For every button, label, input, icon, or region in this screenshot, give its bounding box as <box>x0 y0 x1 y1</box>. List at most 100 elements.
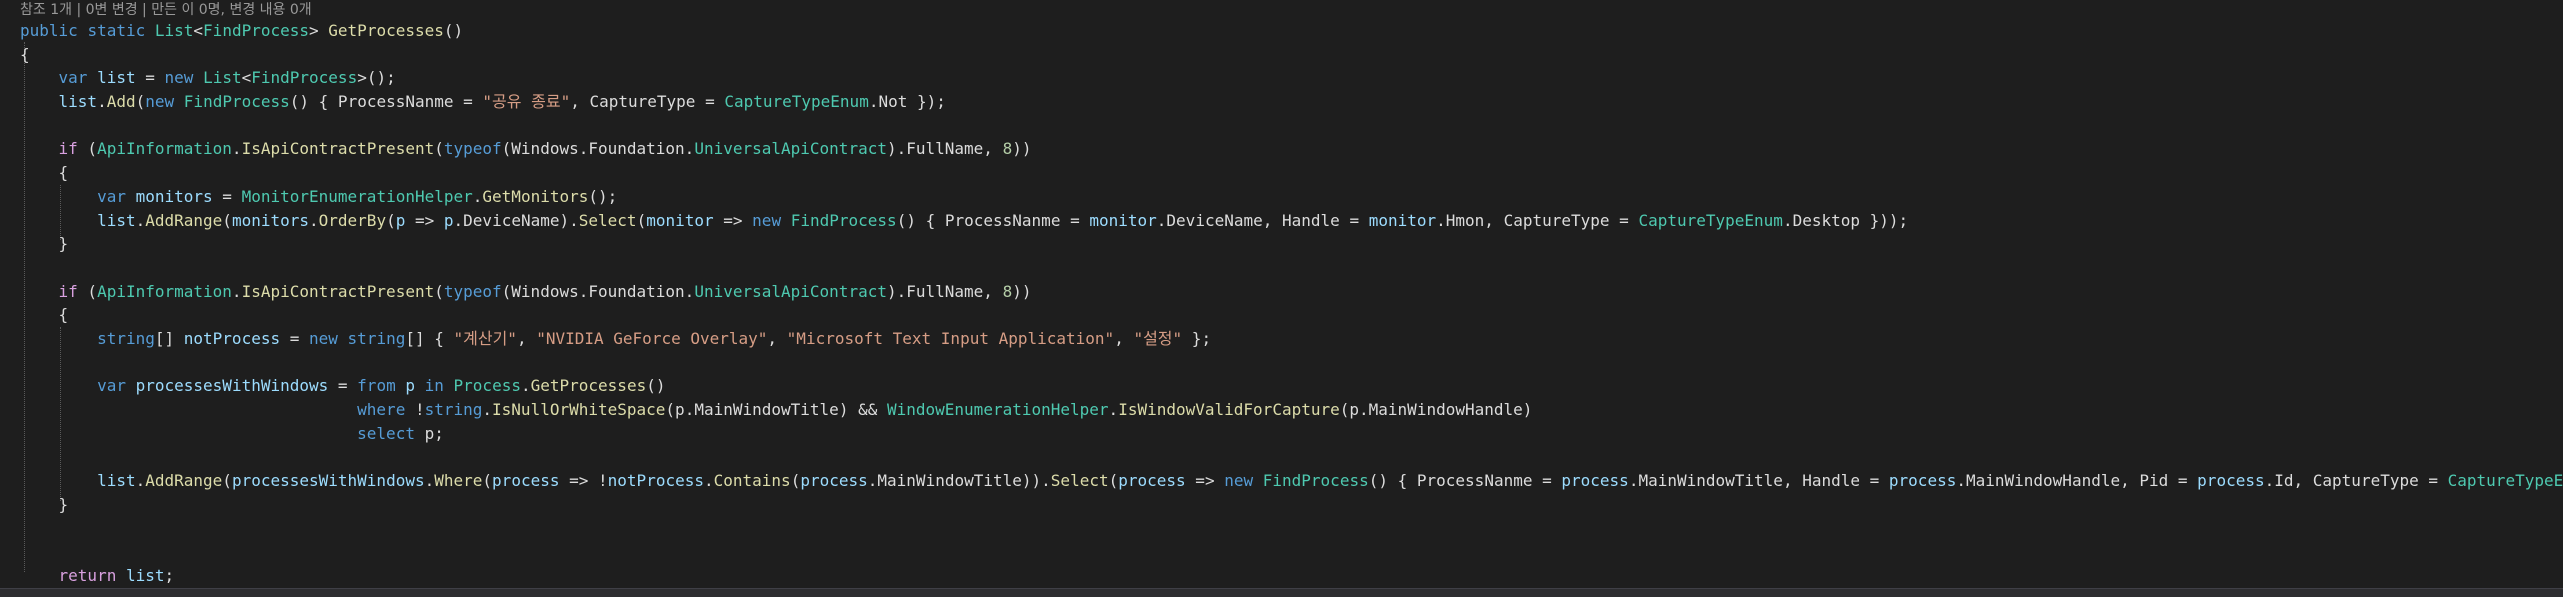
code-line[interactable]: public static List<FindProcess> GetProce… <box>20 19 2563 43</box>
code-token: Where <box>434 471 483 491</box>
code-token: FindProcess <box>251 68 358 88</box>
code-token: )) <box>1012 139 1032 159</box>
codelens-references[interactable]: 참조 1개 | 0변 변경 | 만든 이 0명, 변경 내용 0개 <box>20 0 312 20</box>
code-token: { <box>20 305 69 325</box>
code-line[interactable]: { <box>20 161 2563 185</box>
code-line[interactable]: } <box>20 232 2563 256</box>
code-line[interactable] <box>20 114 2563 138</box>
code-line[interactable]: if (ApiInformation.IsApiContractPresent(… <box>20 137 2563 161</box>
code-line[interactable]: var monitors = MonitorEnumerationHelper.… <box>20 185 2563 209</box>
code-token: p <box>405 376 415 396</box>
code-token: static <box>87 21 146 40</box>
code-token: notProcess <box>183 328 281 348</box>
code-token: ( <box>386 210 396 230</box>
code-token: . <box>703 471 714 491</box>
code-line[interactable]: } <box>20 493 2563 517</box>
code-token: ( <box>77 139 98 159</box>
code-token: < <box>193 21 204 40</box>
code-token: ! <box>405 400 425 419</box>
code-token: CaptureTypeEnum <box>724 92 869 112</box>
code-token: (); <box>588 186 618 206</box>
code-editor[interactable]: 참조 1개 | 0변 변경 | 만든 이 0명, 변경 내용 0개 public… <box>0 0 2563 588</box>
code-token: GetProcesses <box>530 376 647 396</box>
code-line[interactable]: where !string.IsNullOrWhiteSpace(p.MainW… <box>20 398 2563 422</box>
code-token: . <box>135 210 146 230</box>
code-line[interactable]: list.Add(new FindProcess() { ProcessNanm… <box>20 90 2563 114</box>
code-token: FindProcess <box>203 21 310 40</box>
code-token: monitor <box>646 210 714 230</box>
code-token: AddRange <box>145 210 223 230</box>
code-token: AddRange <box>145 471 223 491</box>
code-token: .Id, CaptureType = <box>2264 471 2448 491</box>
code-token: { <box>20 44 30 64</box>
code-token: < <box>241 68 252 88</box>
code-line[interactable] <box>20 445 2563 469</box>
code-token: new <box>145 92 175 112</box>
code-token: (p.MainWindowHandle) <box>1339 400 1533 419</box>
code-line[interactable] <box>20 540 2563 564</box>
code-token: => <box>1185 471 1225 491</box>
code-token: .Desktop })); <box>1782 210 1909 230</box>
code-token: ).FullName, <box>886 139 1003 159</box>
code-token: . <box>1108 400 1119 419</box>
code-token: UniversalApiContract <box>694 139 887 159</box>
code-token: "설정" <box>1133 328 1183 348</box>
code-token: WindowEnumerationHelper <box>886 400 1109 419</box>
code-token: FindProcess <box>183 92 290 112</box>
code-token: if <box>58 281 78 301</box>
code-line[interactable]: string[] notProcess = new string[] { "계산… <box>20 327 2563 351</box>
code-line[interactable]: var list = new List<FindProcess>(); <box>20 66 2563 90</box>
code-line[interactable] <box>20 351 2563 375</box>
code-token: () { ProcessNanme = <box>289 92 483 112</box>
code-line[interactable]: { <box>20 303 2563 327</box>
code-lines: public static List<FindProcess> GetProce… <box>20 19 2563 588</box>
code-token: , <box>767 328 787 348</box>
code-token: >(); <box>357 68 396 88</box>
code-token: public <box>20 21 78 40</box>
code-token: ; <box>164 565 175 585</box>
code-token: MonitorEnumerationHelper <box>241 186 473 206</box>
code-line[interactable] <box>20 516 2563 540</box>
code-line[interactable]: var processesWithWindows = from p in Pro… <box>20 374 2563 398</box>
code-token: process <box>1561 471 1629 491</box>
code-token: )) <box>1012 281 1032 301</box>
code-line[interactable]: { <box>20 43 2563 67</box>
code-token: ).FullName, <box>886 281 1003 301</box>
code-line[interactable] <box>20 256 2563 280</box>
code-token: return <box>58 565 117 585</box>
code-token: => <box>405 210 444 230</box>
code-line[interactable]: select p; <box>20 422 2563 446</box>
code-line[interactable]: return list; <box>20 564 2563 588</box>
code-token: => ! <box>559 471 608 491</box>
code-token: () <box>646 376 666 396</box>
code-token: "NVIDIA GeForce Overlay" <box>536 328 768 348</box>
code-token: [] { <box>405 328 454 348</box>
code-token: GetMonitors <box>482 186 589 206</box>
code-token: ( <box>434 139 444 159</box>
code-token: 8 <box>1002 139 1013 159</box>
code-token: typeof <box>443 139 502 159</box>
code-token: FindProcess <box>1262 471 1369 491</box>
code-token: new <box>309 328 338 348</box>
code-line[interactable]: list.AddRange(processesWithWindows.Where… <box>20 469 2563 493</box>
code-token: ApiInformation <box>97 139 232 159</box>
code-token: . <box>520 376 531 396</box>
code-token: list <box>97 68 136 88</box>
code-line[interactable]: list.AddRange(monitors.OrderBy(p => p.De… <box>20 209 2563 233</box>
code-token: () { ProcessNanme = <box>896 210 1090 230</box>
code-token: => <box>713 210 753 230</box>
code-token: Select <box>1050 471 1109 491</box>
code-token: .Hmon, CaptureType = <box>1436 210 1639 230</box>
code-token: string <box>424 400 483 419</box>
code-line[interactable]: if (ApiInformation.IsApiContractPresent(… <box>20 280 2563 304</box>
code-token: (Windows.Foundation. <box>501 139 695 159</box>
code-token: FindProcess <box>790 210 897 230</box>
code-token: process <box>800 471 868 491</box>
code-token: CaptureTypeEnum <box>2447 471 2563 491</box>
